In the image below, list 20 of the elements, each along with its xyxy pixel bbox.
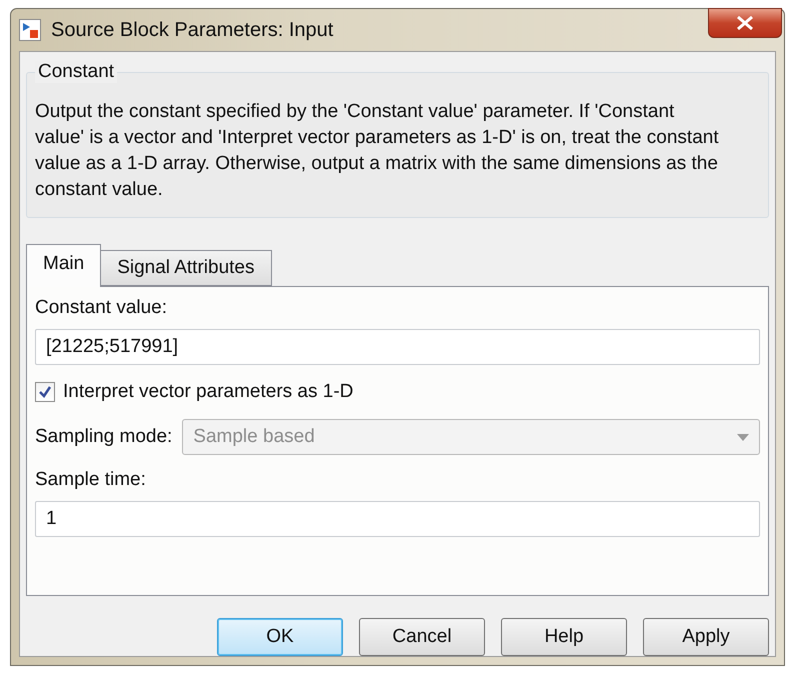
close-button[interactable] [708,8,782,38]
dialog-button[interactable]: OK [217,618,343,656]
dialog-button[interactable]: Apply [643,618,769,656]
description-text: Output the constant specified by the 'Constant value' parameter. If 'Constant value' is a vector and 'Interpret vector parameters as 1-D' is on, treat the constant value as a 1-D array. Otherwise, output a matrix with the same dimensions as the constant value. [35,100,720,202]
tab[interactable]: Main [26,244,102,287]
checkbox[interactable] [35,382,55,402]
window-title: Source Block Parameters: Input [51,18,334,42]
tab[interactable]: Signal Attributes [100,250,272,286]
block-icon [19,19,41,41]
dialog-button[interactable]: Help [501,618,627,656]
caret-icon [737,434,749,440]
field-label: Sampling mode: [35,426,172,448]
checkbox-label: Interpret vector parameters as 1-D [63,381,354,403]
field-label: Constant value: [35,297,168,319]
input-field[interactable]: [21225;517991] [35,329,760,365]
field-label: Sample time: [35,469,147,491]
input-field[interactable]: 1 [35,501,760,537]
group-title: Constant [35,61,118,83]
dialog-button[interactable]: Cancel [359,618,485,656]
close-icon [736,16,754,30]
